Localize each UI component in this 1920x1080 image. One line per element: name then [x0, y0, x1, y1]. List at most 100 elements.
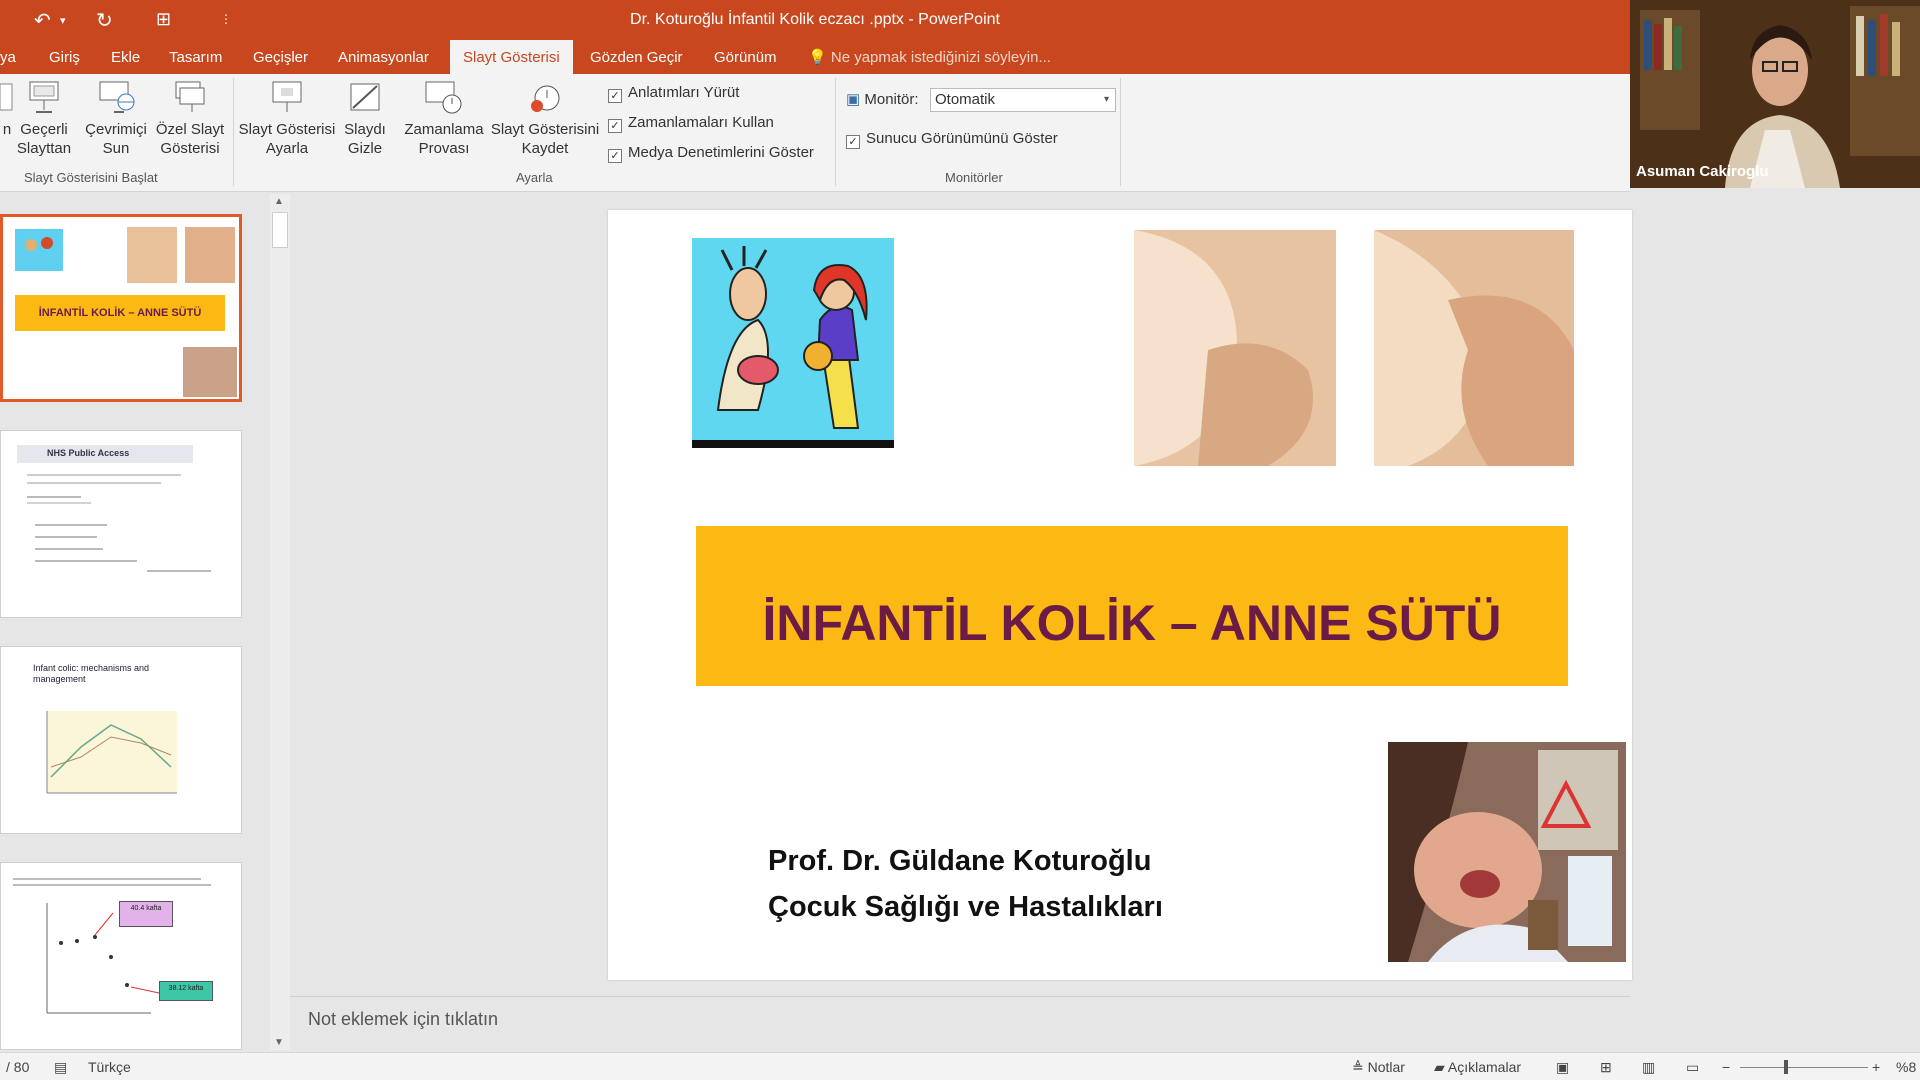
- slide-canvas[interactable]: İNFANTİL KOLİK – ANNE SÜTÜ Prof. Dr. Gül…: [608, 210, 1632, 980]
- crying-baby-photo: [1388, 742, 1626, 962]
- thumbnail-4-chart: [13, 878, 211, 1014]
- group-label-setup: Ayarla: [516, 170, 553, 185]
- zoom-slider[interactable]: [1740, 1060, 1868, 1074]
- slide-counter: / 80: [6, 1059, 30, 1075]
- scroll-down-icon[interactable]: ▼: [274, 1037, 284, 1048]
- monitor-select-value: Otomatik: [935, 91, 996, 108]
- tab-insert[interactable]: Ekle: [111, 40, 140, 74]
- thumbnail-1-banner: İNFANTİL KOLİK – ANNE SÜTÜ: [15, 295, 225, 331]
- thumbnail-4-box-1: 40.4 kafta: [119, 901, 173, 927]
- tab-design[interactable]: Tasarım: [169, 40, 222, 74]
- hide-slide-label: Slaydı Gizle: [344, 121, 386, 157]
- monitor-icon: ▣: [846, 91, 861, 108]
- notes-button-label: Notlar: [1367, 1059, 1405, 1075]
- tab-slideshow[interactable]: Slayt Gösterisi: [450, 40, 573, 74]
- presenter-view-label: Sunucu Görünümünü Göster: [866, 130, 1058, 147]
- normal-view-icon[interactable]: ▣: [1556, 1059, 1569, 1076]
- slideshow-view-icon[interactable]: ▭: [1686, 1059, 1699, 1076]
- record-slideshow-icon: [531, 85, 560, 112]
- tell-me-box[interactable]: 💡 Ne yapmak istediğinizi söyleyin...: [808, 40, 1051, 74]
- notes-pane[interactable]: Not eklemek için tıklatın: [290, 996, 1630, 1046]
- zoom-out-icon[interactable]: −: [1722, 1059, 1730, 1075]
- record-slideshow-button[interactable]: Slayt Gösterisini Kaydet: [488, 80, 602, 158]
- slide-sorter-icon[interactable]: ⊞: [1600, 1059, 1612, 1076]
- scroll-up-icon[interactable]: ▲: [274, 196, 284, 207]
- custom-slideshow-icon: [175, 81, 205, 112]
- hide-slide-icon: [350, 83, 380, 111]
- notes-button[interactable]: ≜ Notlar: [1352, 1059, 1405, 1076]
- presenter-view-checkbox[interactable]: ✓ Sunucu Görünümünü Göster: [846, 130, 1058, 149]
- from-beginning-button[interactable]: n: [0, 80, 14, 139]
- cartoon-picture: [692, 238, 894, 448]
- checkbox-checked-icon: ✓: [608, 89, 622, 103]
- slide-title[interactable]: İNFANTİL KOLİK – ANNE SÜTÜ: [696, 526, 1568, 686]
- tell-me-text: Ne yapmak istediğinizi söyleyin...: [830, 49, 1051, 66]
- title-bar: ↶ ▾ ↻ ⊞ ⋮ Dr. Koturoğlu İnfantil Kolik e…: [0, 0, 1630, 40]
- custom-slideshow-button[interactable]: Özel Slayt Gösterisi: [150, 80, 230, 158]
- from-current-slide-button[interactable]: Geçerli Slayttan: [14, 80, 74, 158]
- slide-thumbnail-3[interactable]: Infant colic: mechanisms and management: [0, 646, 242, 834]
- group-label-monitors: Monitörler: [945, 170, 1003, 185]
- present-online-button[interactable]: Çevrimiçi Sun: [80, 80, 152, 158]
- thumbnail-scrollbar[interactable]: ▲ ▼: [270, 194, 290, 1050]
- reading-view-icon[interactable]: ▥: [1642, 1059, 1655, 1076]
- ribbon-tabs: ya Giriş Ekle Tasarım Geçişler Animasyon…: [0, 40, 1630, 74]
- comments-button[interactable]: ▰ Açıklamalar: [1434, 1059, 1521, 1076]
- checkbox-checked-icon: ✓: [846, 135, 860, 149]
- tab-view[interactable]: Görünüm: [714, 40, 777, 74]
- tab-home[interactable]: Giriş: [49, 40, 80, 74]
- use-timings-checkbox[interactable]: ✓ Zamanlamaları Kullan: [608, 114, 774, 133]
- tab-transitions[interactable]: Geçişler: [253, 40, 308, 74]
- ribbon-separator: [835, 78, 836, 186]
- author-block[interactable]: Prof. Dr. Güldane Koturoğlu Çocuk Sağlığ…: [768, 838, 1163, 930]
- thumbnail-3-chart: [46, 711, 177, 794]
- thumbnail-4-box-2: 38.12 kafta: [159, 981, 213, 1001]
- zoom-in-icon[interactable]: +: [1872, 1059, 1880, 1075]
- window-title: Dr. Koturoğlu İnfantil Kolik eczacı .ppt…: [630, 11, 1000, 28]
- record-slideshow-label: Slayt Gösterisini Kaydet: [490, 121, 600, 157]
- breastfeeding-photos: [1134, 230, 1574, 466]
- setup-slideshow-icon: [272, 81, 302, 112]
- zoom-slider-thumb[interactable]: [1784, 1060, 1788, 1074]
- slide-thumbnail-1[interactable]: İNFANTİL KOLİK – ANNE SÜTÜ: [0, 214, 242, 402]
- chevron-down-icon: ▾: [1103, 94, 1109, 105]
- monitor-select[interactable]: Otomatik ▾: [930, 88, 1116, 112]
- custom-slideshow-label: Özel Slayt Gösterisi: [155, 121, 225, 157]
- tab-file[interactable]: ya: [0, 40, 16, 74]
- slide-thumbnail-pane: İNFANTİL KOLİK – ANNE SÜTÜ NHS Public Ac…: [0, 192, 268, 1052]
- use-timings-label: Zamanlamaları Kullan: [628, 114, 774, 131]
- checkbox-checked-icon: ✓: [608, 119, 622, 133]
- zoom-level[interactable]: %8: [1896, 1059, 1916, 1075]
- ribbon-separator: [1120, 78, 1121, 186]
- tab-review[interactable]: Gözden Geçir: [590, 40, 683, 74]
- language-indicator[interactable]: Türkçe: [88, 1059, 131, 1075]
- play-narrations-checkbox[interactable]: ✓ Anlatımları Yürüt: [608, 84, 739, 103]
- rehearse-timings-button[interactable]: Zamanlama Provası: [402, 80, 486, 158]
- show-media-controls-checkbox[interactable]: ✓ Medya Denetimlerini Göster: [608, 144, 814, 163]
- hide-slide-button[interactable]: Slaydı Gizle: [340, 80, 390, 158]
- author-department: Çocuk Sağlığı ve Hastalıkları: [768, 891, 1163, 923]
- tab-animations[interactable]: Animasyonlar: [338, 40, 429, 74]
- setup-slideshow-button[interactable]: Slayt Gösterisi Ayarla: [236, 80, 338, 158]
- slide-thumbnail-4[interactable]: 40.4 kafta 38.12 kafta: [0, 862, 242, 1050]
- from-current-slide-label: Geçerli Slayttan: [16, 121, 72, 157]
- slide-thumbnail-2[interactable]: NHS Public Access: [0, 430, 242, 618]
- scrollbar-thumb[interactable]: [272, 212, 288, 248]
- slideshow-current-icon: [29, 81, 59, 113]
- title-banner: İNFANTİL KOLİK – ANNE SÜTÜ: [696, 526, 1568, 686]
- author-name: Prof. Dr. Güldane Koturoğlu: [768, 845, 1152, 877]
- rehearse-timings-label: Zamanlama Provası: [404, 121, 484, 157]
- webcam-video: Asuman Cakiroglu: [1630, 0, 1920, 188]
- slide-icon: [0, 83, 13, 111]
- setup-slideshow-label: Slayt Gösterisi Ayarla: [238, 121, 336, 157]
- present-online-icon: [99, 81, 135, 113]
- status-bar: / 80 ▤ Türkçe ≜ Notlar ▰ Açıklamalar ▣ ⊞…: [0, 1052, 1920, 1080]
- group-label-start: Slayt Gösterisini Başlat: [24, 170, 158, 185]
- from-beginning-label: n: [2, 121, 12, 138]
- notes-icon: ≜: [1352, 1059, 1368, 1075]
- lightbulb-icon: 💡: [808, 49, 827, 66]
- ribbon-separator: [233, 78, 234, 186]
- webcam-image: [1630, 0, 1920, 188]
- checkbox-checked-icon: ✓: [608, 149, 622, 163]
- spellcheck-icon[interactable]: ▤: [54, 1059, 67, 1076]
